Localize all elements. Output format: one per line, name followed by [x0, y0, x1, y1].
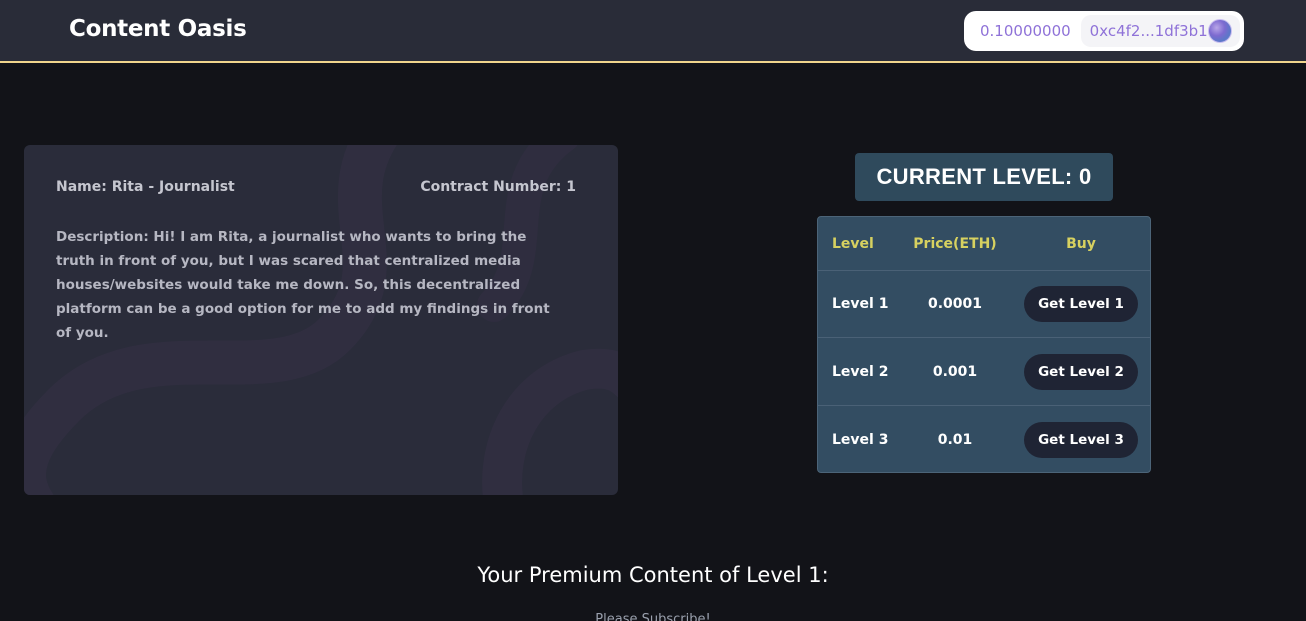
level-price: 0.01	[937, 432, 973, 448]
creator-name: Name: Rita - Journalist	[56, 179, 235, 195]
wallet-account-button[interactable]: 0xc4f2...1df3b1	[1080, 15, 1240, 47]
level-price: 0.001	[932, 363, 978, 380]
header-level: Level	[832, 235, 874, 252]
premium-content-heading: Your Premium Content of Level 1:	[477, 563, 829, 587]
header-price: Price(ETH)	[913, 235, 997, 252]
level-name: Level 3	[832, 432, 889, 448]
wallet-address: 0xc4f2...1df3b1	[1089, 22, 1208, 40]
wallet-balance: 0.10000000	[980, 22, 1071, 40]
table-row: Level 2 0.001 Get Level 2	[818, 338, 1150, 406]
current-level-badge: CURRENT LEVEL: 0	[855, 153, 1113, 201]
account-avatar-icon	[1208, 19, 1232, 43]
contract-number: Contract Number: 1	[420, 179, 576, 195]
header-buy: Buy	[1066, 235, 1096, 252]
level-name: Level 2	[832, 363, 889, 380]
level-price: 0.0001	[927, 296, 983, 312]
creator-description: Description: Hi! I am Rita, a journalist…	[56, 229, 550, 341]
level-name: Level 1	[832, 296, 889, 312]
wallet-connect-button[interactable]: 0.10000000 0xc4f2...1df3b1	[964, 11, 1244, 51]
brand-title[interactable]: Content Oasis	[69, 16, 247, 42]
table-row: Level 3 0.01 Get Level 3	[818, 406, 1150, 472]
premium-content-note: Please Subscribe!	[595, 612, 711, 621]
get-level-3-button[interactable]: Get Level 3	[1024, 422, 1138, 458]
get-level-2-button[interactable]: Get Level 2	[1024, 353, 1138, 390]
creator-profile-card: Name: Rita - Journalist Contract Number:…	[24, 145, 618, 495]
table-header-row: Level Price(ETH) Buy	[818, 217, 1150, 271]
get-level-1-button[interactable]: Get Level 1	[1024, 286, 1138, 322]
level-pricing-table: Level Price(ETH) Buy Level 1 0.0001 Get …	[817, 216, 1151, 473]
top-navbar: Content Oasis 0.10000000 0xc4f2...1df3b1	[0, 0, 1306, 63]
table-row: Level 1 0.0001 Get Level 1	[818, 271, 1150, 338]
